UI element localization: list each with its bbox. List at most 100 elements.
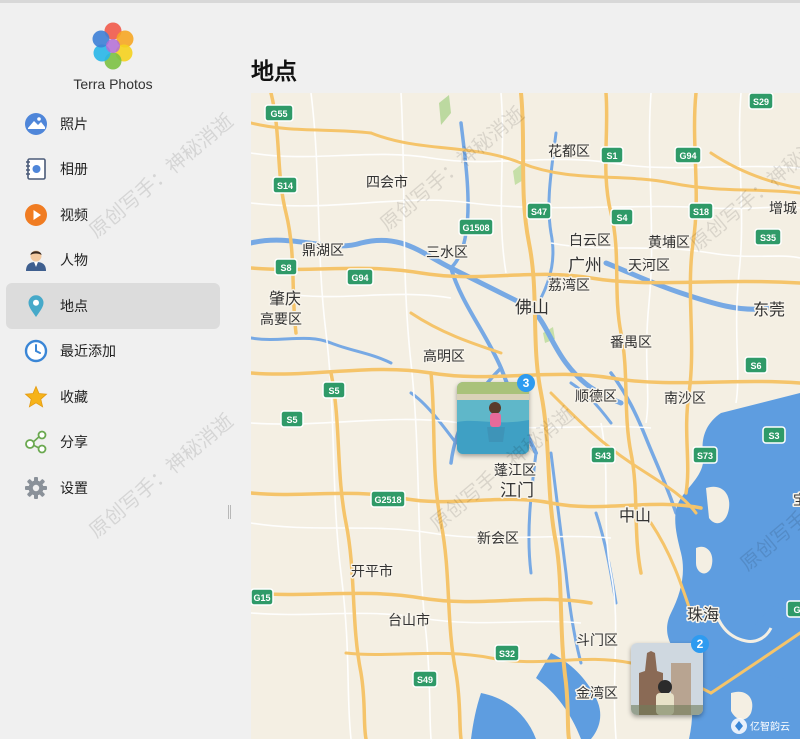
map-label: 荔湾区	[548, 277, 590, 294]
svg-text:G1508: G1508	[462, 223, 489, 233]
person-icon	[24, 248, 48, 272]
svg-text:S4: S4	[616, 213, 627, 223]
map-label: 新会区	[477, 531, 519, 547]
svg-text:S47: S47	[531, 207, 547, 217]
sidebar-item-label: 收藏	[60, 389, 88, 406]
sidebar-item-photos[interactable]: 照片	[6, 101, 220, 147]
map-label: 金湾区	[576, 685, 618, 702]
svg-text:S35: S35	[760, 233, 776, 243]
map-label: 珠海	[687, 605, 719, 624]
cluster-count-badge: 3	[517, 374, 535, 392]
map-label: 黄埔区	[648, 234, 690, 251]
highway-shield: S73	[692, 446, 718, 464]
svg-text:S1: S1	[606, 151, 617, 161]
svg-text:S49: S49	[417, 675, 433, 685]
sidebar-item-share[interactable]: 分享	[6, 420, 220, 466]
svg-text:S32: S32	[499, 649, 515, 659]
highway-shield: S49	[412, 670, 438, 688]
svg-text:S43: S43	[595, 451, 611, 461]
sidebar-item-favorites[interactable]: 收藏	[6, 374, 220, 420]
sidebar-item-people[interactable]: 人物	[6, 238, 220, 284]
highway-shield: S29	[748, 93, 774, 110]
sidebar-item-label: 照片	[60, 116, 88, 133]
map-label: 南沙区	[664, 391, 706, 407]
map-label: 中山	[619, 506, 651, 525]
svg-text:S18: S18	[693, 207, 709, 217]
sidebar-item-label: 相册	[60, 162, 88, 179]
map-label: 肇庆	[269, 289, 301, 308]
svg-text:S6: S6	[750, 361, 761, 371]
map-label: 花都区	[548, 144, 590, 160]
svg-text:S8: S8	[280, 263, 291, 273]
highway-shield: G2518	[370, 490, 406, 508]
highway-shield: G15	[251, 588, 274, 606]
highway-shield: S35	[754, 228, 782, 246]
sidebar-item-recent[interactable]: 最近添加	[6, 329, 220, 375]
video-play-icon	[24, 203, 48, 227]
svg-text:G94: G94	[351, 273, 368, 283]
sidebar-resize-handle[interactable]	[228, 505, 231, 519]
cluster-count-badge: 2	[691, 635, 709, 653]
highway-shield: G1508	[458, 218, 494, 236]
map-label: 宝	[793, 493, 800, 509]
highway-shield: S6	[744, 356, 768, 374]
map-label: 东莞	[753, 300, 785, 319]
sidebar-item-label: 最近添加	[60, 344, 116, 361]
svg-text:亿智韵云: 亿智韵云	[750, 720, 790, 733]
svg-text:S14: S14	[277, 181, 293, 191]
map-label: 开平市	[351, 563, 393, 580]
map-label: 番禺区	[610, 335, 652, 351]
highway-shield: S14	[272, 176, 298, 194]
cluster-thumbnail	[631, 643, 703, 715]
map-label: 三水区	[426, 245, 468, 261]
svg-text:G55: G55	[270, 109, 287, 119]
sidebar-item-label: 视频	[60, 207, 88, 224]
map-label: 江门	[500, 481, 534, 501]
cluster-thumbnail	[457, 382, 529, 454]
highway-shield: S8	[274, 258, 298, 276]
map-label: 白云区	[569, 233, 611, 249]
sidebar: Terra Photos 照片 相册 视频 人物 地点 最近添加 收藏 分享 设…	[0, 3, 228, 739]
highway-shield: G94	[346, 268, 374, 286]
highway-shield: S5	[322, 381, 346, 399]
svg-text:S5: S5	[328, 386, 339, 396]
location-pin-icon	[24, 294, 48, 318]
highway-shield: S1	[600, 146, 624, 164]
sidebar-item-label: 人物	[60, 253, 88, 270]
share-icon	[24, 430, 48, 454]
highway-shield: G	[786, 600, 800, 618]
photo-cluster-marker[interactable]: 3	[457, 374, 535, 454]
sidebar-item-videos[interactable]: 视频	[6, 192, 220, 238]
gear-icon	[24, 476, 48, 500]
sidebar-item-places[interactable]: 地点	[6, 283, 220, 329]
sidebar-item-label: 分享	[60, 435, 88, 452]
app-title: Terra Photos	[73, 76, 153, 92]
album-icon	[24, 157, 48, 181]
map-label: 增城	[769, 201, 797, 217]
highway-shield: S5	[280, 410, 304, 428]
sidebar-item-settings[interactable]: 设置	[6, 465, 220, 511]
map-label: 台山市	[388, 612, 430, 629]
app-logo	[92, 22, 134, 70]
sidebar-item-albums[interactable]: 相册	[6, 147, 220, 193]
map-label: 佛山	[515, 298, 549, 318]
highway-shield: G94	[674, 146, 702, 164]
map-view[interactable]: G55 S29 S1 G94 S14 S47 S4 S18 G1508 S35 …	[251, 93, 800, 739]
photos-icon	[24, 112, 48, 136]
highway-shield: S18	[688, 202, 714, 220]
svg-text:G: G	[793, 605, 800, 615]
map-label: 斗门区	[576, 633, 618, 649]
sidebar-item-label: 地点	[60, 298, 88, 315]
map-label: 鼎湖区	[302, 243, 344, 259]
map-label: 高明区	[423, 348, 465, 365]
brand-logo: 亿智韵云	[731, 718, 790, 734]
map-label: 顺德区	[575, 389, 617, 405]
svg-text:S3: S3	[768, 431, 779, 441]
map-label: 广州	[568, 256, 602, 276]
highway-shield: S4	[610, 208, 634, 226]
svg-text:G2518: G2518	[374, 495, 401, 505]
highway-shield: S43	[590, 446, 616, 464]
star-icon	[24, 385, 48, 409]
map-label: 蓬江区	[494, 463, 536, 479]
photo-cluster-marker[interactable]: 2	[631, 635, 709, 715]
